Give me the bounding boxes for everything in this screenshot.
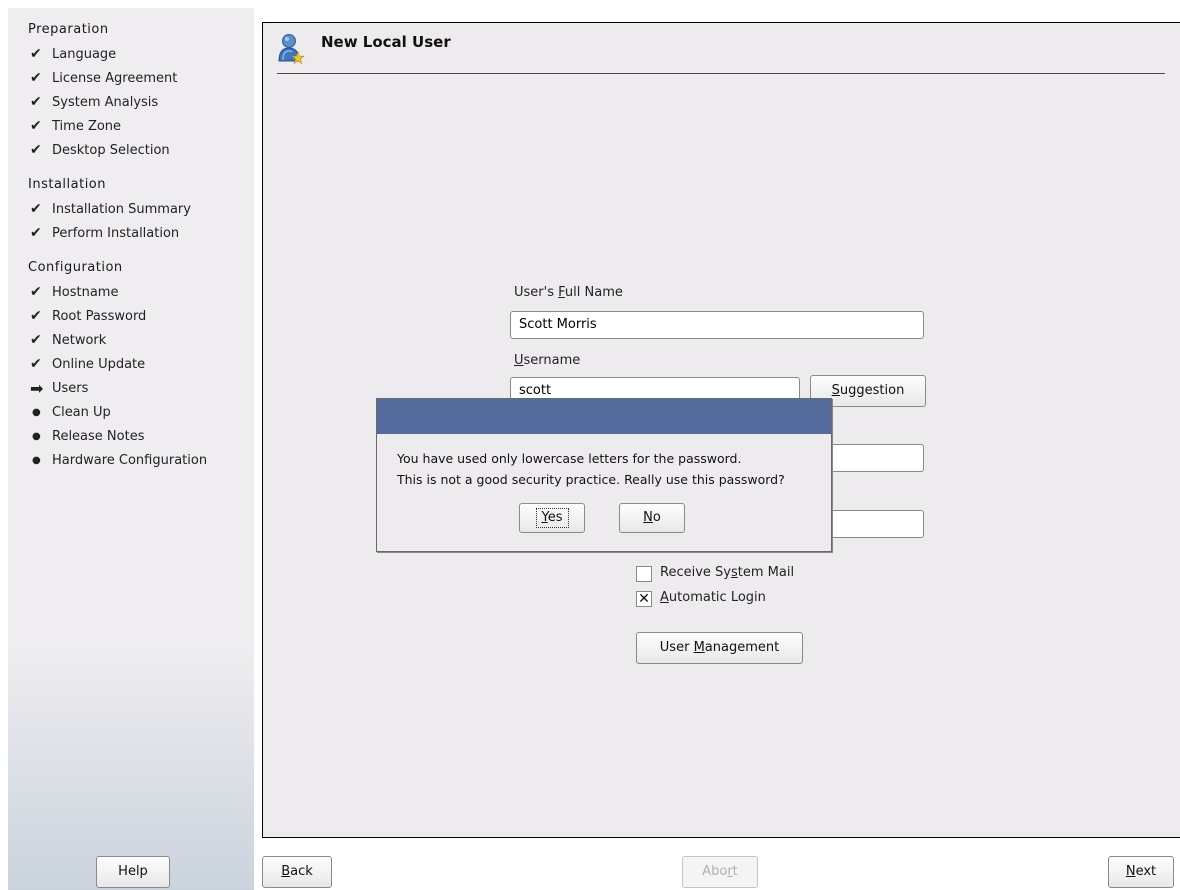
abort-text: Abo [702, 864, 728, 879]
automatic-login-checkbox[interactable]: ✕ [636, 591, 652, 607]
sidebar-section-title: Installation [28, 177, 107, 192]
sidebar-step: ● Release Notes [30, 425, 144, 447]
sidebar-step: ✔ Online Update [30, 353, 145, 375]
sidebar-step: ✔ Time Zone [30, 115, 121, 137]
full-name-label-text: User's [514, 285, 559, 300]
sidebar-step-label: Hardware Configuration [52, 452, 208, 468]
receive-system-mail-checkbox[interactable] [636, 566, 652, 582]
user-management-button[interactable]: User Management [636, 632, 803, 664]
checkmark-icon: ✔ [30, 225, 42, 241]
help-button[interactable]: Help [96, 856, 170, 888]
username-label: Username [514, 353, 580, 368]
sidebar-step-label: Release Notes [52, 428, 145, 444]
sidebar-section-title: Preparation [28, 22, 109, 37]
user-mgmt-text: User [659, 640, 694, 655]
full-name-input[interactable]: Scott Morris [510, 311, 924, 339]
user-add-icon [278, 34, 305, 65]
sidebar-step-label: Clean Up [52, 404, 111, 420]
checkmark-icon: ✔ [30, 308, 42, 324]
back-accel: B [281, 864, 291, 879]
sidebar-step-label: License Agreement [52, 70, 178, 86]
no-text: o [652, 510, 661, 525]
dialog-no-button[interactable]: No [619, 503, 685, 533]
sidebar-step: ✔ License Agreement [30, 67, 177, 89]
yes-focus-ring: Yes [535, 508, 569, 528]
checkmark-icon: ✔ [30, 201, 42, 217]
auto-login-text: utomatic Login [668, 590, 766, 605]
page-title: New Local User [321, 33, 451, 51]
dialog-yes-button[interactable]: Yes [519, 503, 585, 533]
sidebar-step-label: Time Zone [52, 118, 122, 134]
username-label-text: sername [523, 353, 581, 368]
receive-mail-accel: s [730, 565, 738, 580]
sidebar-step-label: System Analysis [52, 94, 159, 110]
no-accel: N [643, 510, 653, 525]
sidebar-step-label: Desktop Selection [52, 142, 170, 158]
next-button[interactable]: Next [1108, 856, 1174, 888]
next-text: ext [1135, 864, 1157, 879]
checkmark-icon: ✔ [30, 118, 42, 134]
dialog-titlebar[interactable] [377, 399, 831, 434]
sidebar-step-label: Network [52, 332, 107, 348]
arrow-right-icon: ➡ [30, 378, 44, 398]
sidebar-step: ● Hardware Configuration [30, 449, 207, 471]
suggestion-accel: S [831, 383, 840, 398]
dialog-message-line2: This is not a good security practice. Re… [397, 472, 785, 487]
bullet-icon: ● [32, 430, 41, 442]
sidebar-step-label: Perform Installation [52, 225, 180, 241]
checkmark-icon: ✔ [30, 142, 42, 158]
checkmark-icon: ✔ [30, 70, 42, 86]
sidebar-step: ✔ Root Password [30, 305, 146, 327]
automatic-login-label: Automatic Login [660, 590, 766, 605]
sidebar-step: ✔ Installation Summary [30, 198, 191, 220]
bullet-icon: ● [32, 406, 41, 418]
sidebar-step: ● Clean Up [30, 401, 111, 423]
checkmark-icon: ✔ [30, 46, 42, 62]
next-accel: N [1125, 864, 1136, 879]
auto-login-accel: A [660, 590, 669, 605]
sidebar-step: ✔ Perform Installation [30, 222, 179, 244]
sidebar-step: ✔ Hostname [30, 281, 118, 303]
suggestion-text: uggestion [839, 383, 905, 398]
receive-system-mail-label: Receive System Mail [660, 565, 794, 580]
title-divider [277, 73, 1165, 74]
full-name-label-text-end: ull Name [564, 285, 623, 300]
sidebar-step: ✔ Desktop Selection [30, 139, 170, 161]
receive-mail-text-end: tem Mail [737, 565, 795, 580]
sidebar-step: ✔ Language [30, 43, 116, 65]
username-label-accel: U [514, 353, 524, 368]
receive-mail-text: Receive Sy [660, 565, 731, 580]
back-button[interactable]: Back [262, 856, 332, 888]
bullet-icon: ● [32, 454, 41, 466]
back-text: ack [290, 864, 313, 879]
weak-password-dialog: You have used only lowercase letters for… [376, 398, 832, 552]
checkmark-icon: ✔ [30, 356, 42, 372]
user-mgmt-accel: M [693, 640, 705, 655]
checkmark-icon: ✔ [30, 94, 42, 110]
abort-text-end: t [732, 864, 738, 879]
sidebar-step-label: Language [52, 46, 117, 62]
checkmark-icon: ✔ [30, 332, 42, 348]
sidebar-step-label: Users [52, 380, 89, 396]
sidebar-section-title: Configuration [28, 260, 123, 275]
sidebar-step: ✔ System Analysis [30, 91, 158, 113]
abort-button: Abort [682, 856, 758, 888]
sidebar-step-label: Online Update [52, 356, 146, 372]
sidebar-step: ➡ Users [30, 377, 88, 399]
sidebar-step-label: Hostname [52, 284, 119, 300]
dialog-message-line1: You have used only lowercase letters for… [397, 451, 742, 466]
user-mgmt-text-end: anagement [704, 640, 780, 655]
checkmark-icon: ✔ [30, 284, 42, 300]
sidebar-step-label: Installation Summary [52, 201, 191, 217]
full-name-label-accel: F [558, 285, 565, 300]
sidebar-step: ✔ Network [30, 329, 106, 351]
sidebar-step-label: Root Password [52, 308, 147, 324]
yes-text: es [547, 510, 563, 525]
full-name-label: User's Full Name [514, 285, 623, 300]
